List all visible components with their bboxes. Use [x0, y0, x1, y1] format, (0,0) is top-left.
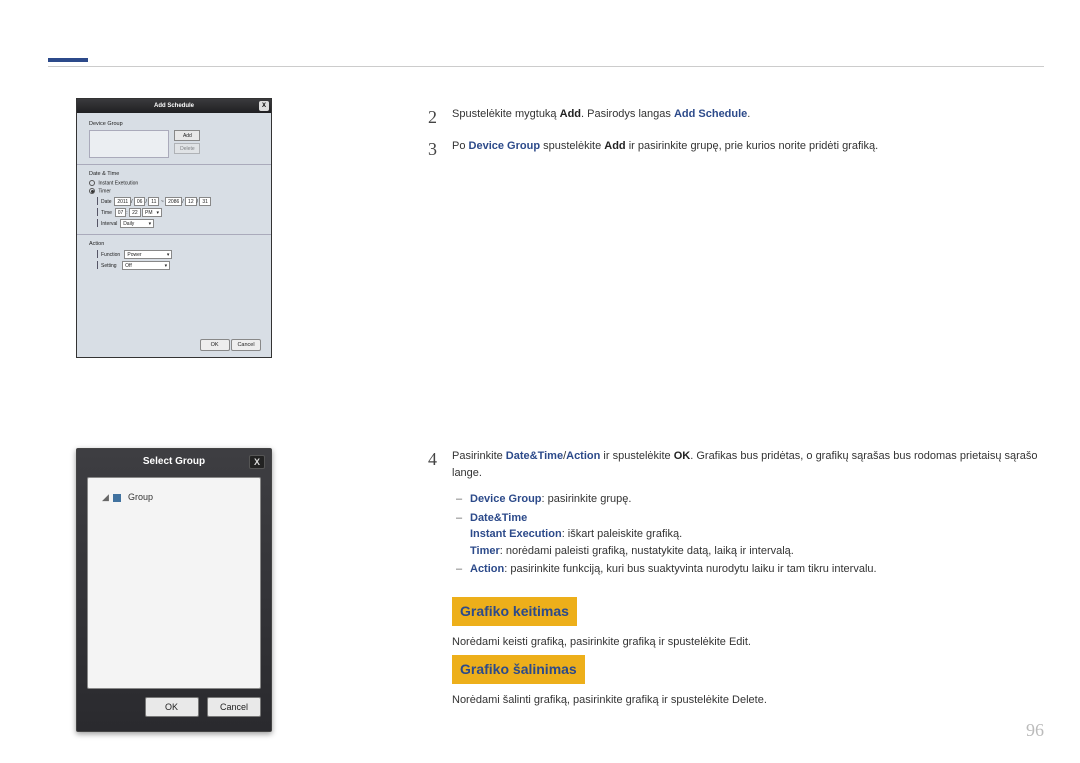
cancel-button[interactable]: Cancel — [231, 339, 261, 351]
cancel-button[interactable]: Cancel — [207, 697, 261, 717]
sub-item: Timer: norėdami paleisti grafiką, nustat… — [470, 543, 1044, 560]
horizontal-rule — [48, 66, 1044, 67]
section-delete: Grafiko šalinimas Norėdami šalinti grafi… — [452, 655, 1044, 709]
figure-select-group: Select Group X ◢ Group OK Cancel — [76, 448, 272, 732]
timer-label: Timer — [98, 189, 111, 195]
date-input[interactable]: 31 — [199, 197, 211, 206]
dialog-body: Device Group Add Delete Date & Time Inst… — [77, 113, 271, 280]
step-2: 2 Spustelėkite mygtuką Add. Pasirodys la… — [452, 106, 1044, 133]
setting-select[interactable]: Off — [122, 261, 170, 270]
close-icon[interactable]: X — [259, 101, 269, 111]
function-row: Function Power — [89, 250, 259, 259]
page-number: 96 — [1026, 720, 1044, 741]
date-input[interactable]: 12 — [185, 197, 197, 206]
function-select[interactable]: Power — [124, 250, 172, 259]
group-tree[interactable]: ◢ Group — [87, 477, 261, 689]
interval-label: Interval — [101, 220, 117, 226]
date-row: Date 2011/ 06/ 11 ~ 2086/ 12/ 31 — [89, 197, 259, 206]
bullet-list: Device Group: pasirinkite grupę. Date&Ti… — [452, 491, 1044, 578]
expand-icon[interactable]: ◢ — [102, 492, 109, 502]
step-number: 2 — [428, 104, 437, 131]
date-input[interactable]: 2086 — [165, 197, 182, 206]
figure-add-schedule: Add Schedule X Device Group Add Delete D… — [76, 98, 272, 358]
list-item: Device Group: pasirinkite grupę. — [470, 491, 1044, 508]
section-label-datetime: Date & Time — [89, 171, 259, 177]
section-label-action: Action — [89, 241, 259, 247]
interval-select[interactable]: Daily — [120, 219, 154, 228]
setting-label: Setting — [101, 262, 117, 268]
date-input[interactable]: 11 — [148, 197, 159, 206]
section-text: Norėdami šalinti grafiką, pasirinkite gr… — [452, 692, 1044, 709]
step-3: 3 Po Device Group spustelėkite Add ir pa… — [452, 138, 1044, 165]
time-row: Time 07: 22 PM — [89, 208, 259, 217]
date-input[interactable]: 2011 — [114, 197, 131, 206]
section-heading: Grafiko šalinimas — [452, 655, 585, 684]
step-4: 4 Pasirinkite Date&Time/Action ir spuste… — [452, 448, 1044, 580]
section-edit: Grafiko keitimas Norėdami keisti grafiką… — [452, 597, 1044, 651]
timer-row[interactable]: Timer — [89, 188, 259, 194]
date-input[interactable]: 06 — [134, 197, 146, 206]
ok-button[interactable]: OK — [200, 339, 230, 351]
device-group-list[interactable] — [89, 130, 169, 158]
dialog-title-text: Select Group — [143, 456, 205, 467]
interval-row: Interval Daily — [89, 219, 259, 228]
sub-item: Instant Execution: iškart paleiskite gra… — [470, 526, 1044, 543]
dialog-title-text: Add Schedule — [154, 103, 194, 109]
step-text: Spustelėkite mygtuką Add. Pasirodys lang… — [452, 106, 1044, 123]
dialog-footer: OK Cancel — [200, 339, 261, 351]
step-text: Po Device Group spustelėkite Add ir pasi… — [452, 138, 1044, 155]
delete-button[interactable]: Delete — [174, 143, 200, 154]
accent-bar — [48, 58, 88, 62]
time-input[interactable]: 07 — [115, 208, 127, 217]
radio-icon[interactable] — [89, 188, 95, 194]
dialog-title: Select Group X — [77, 449, 271, 475]
step-text: Pasirinkite Date&Time/Action ir spustelė… — [452, 448, 1044, 481]
date-label: Date — [101, 198, 112, 204]
tree-root[interactable]: ◢ Group — [88, 478, 260, 517]
folder-icon — [113, 494, 121, 502]
list-item: Action: pasirinkite funkciją, kuri bus s… — [470, 561, 1044, 578]
dialog-footer: OK Cancel — [77, 691, 271, 723]
function-label: Function — [101, 251, 120, 257]
time-label: Time — [101, 209, 112, 215]
time-input[interactable]: 22 — [129, 208, 141, 217]
step-number: 3 — [428, 136, 437, 163]
instant-row[interactable]: Instant Exetcution — [89, 180, 259, 186]
section-heading: Grafiko keitimas — [452, 597, 577, 626]
close-icon[interactable]: X — [249, 455, 265, 469]
ok-button[interactable]: OK — [145, 697, 199, 717]
setting-row: Setting Off — [89, 261, 259, 270]
instant-label: Instant Exetcution — [98, 180, 138, 186]
radio-icon[interactable] — [89, 180, 95, 186]
add-button[interactable]: Add — [174, 130, 200, 141]
section-label-device-group: Device Group — [89, 121, 259, 127]
step-number: 4 — [428, 446, 437, 473]
list-item: Date&Time Instant Execution: iškart pale… — [470, 510, 1044, 560]
tree-root-label: Group — [128, 492, 153, 502]
dialog-title: Add Schedule X — [77, 99, 271, 113]
device-group-buttons: Add Delete — [174, 130, 200, 156]
date-sep: ~ — [161, 198, 164, 204]
section-text: Norėdami keisti grafiką, pasirinkite gra… — [452, 634, 1044, 651]
ampm-select[interactable]: PM — [142, 208, 162, 217]
